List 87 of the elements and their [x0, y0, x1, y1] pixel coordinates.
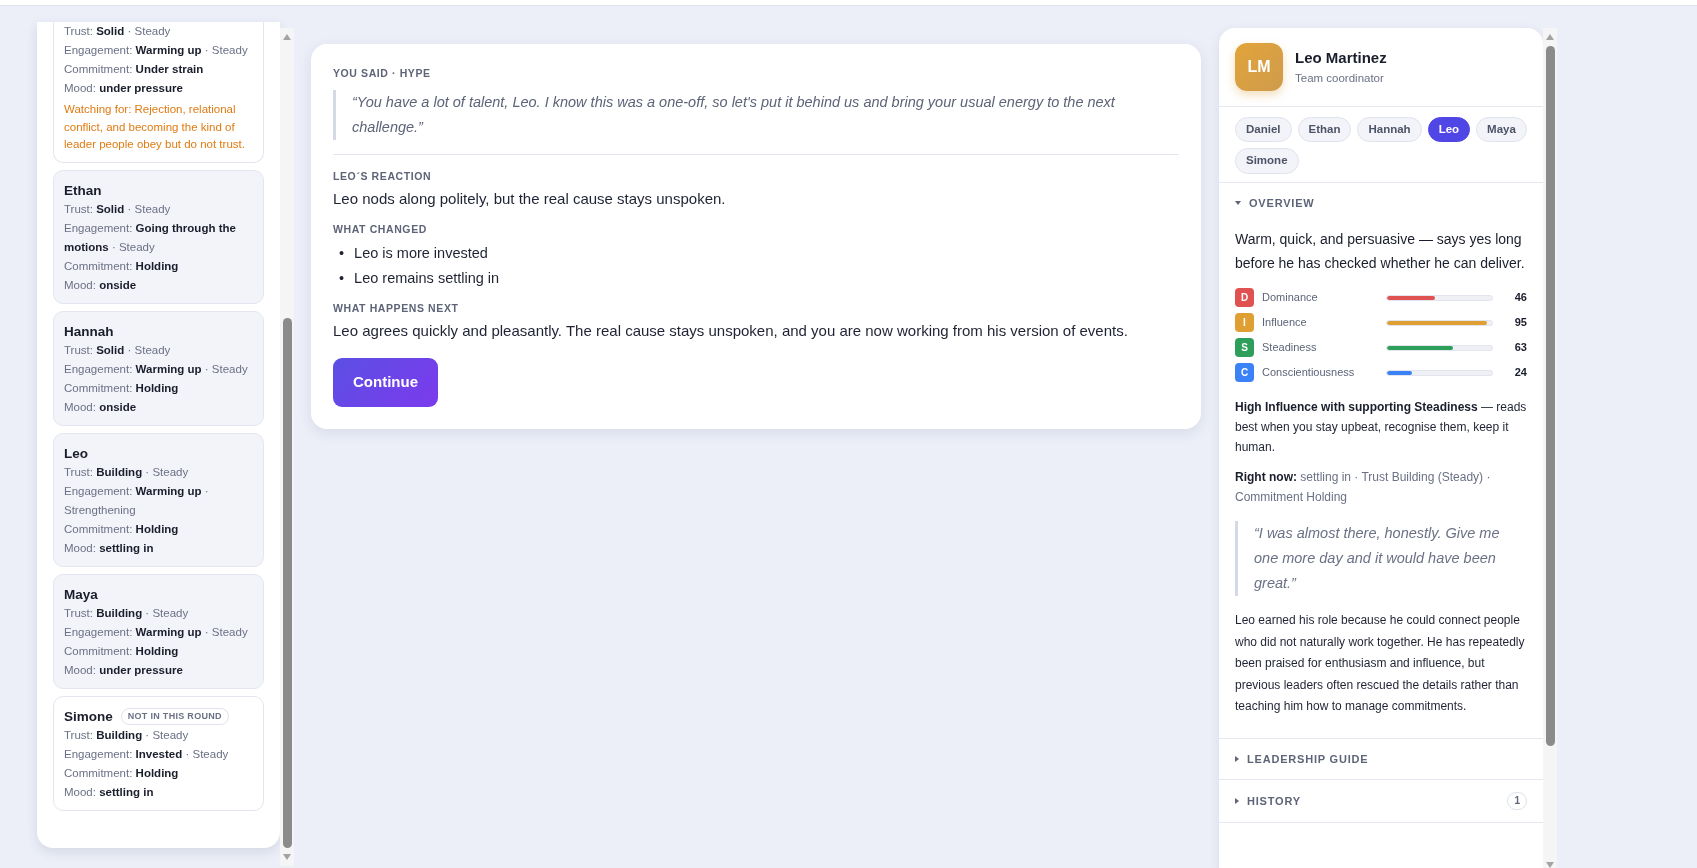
stat-line: Trust: Building · Steady — [64, 605, 190, 621]
scroll-down-icon[interactable] — [283, 854, 291, 860]
trait-score: 46 — [1514, 290, 1527, 306]
list-item: Leo is more invested — [354, 243, 488, 263]
list-item: Leo remains settling in — [354, 268, 500, 288]
summary-text: Warm, quick, and persuasive — says yes long before he has checked whether he can deliver. — [1235, 230, 1526, 273]
trait-letter: C — [1235, 363, 1254, 382]
member-name: Ethan — [64, 181, 102, 200]
scroll-up-icon[interactable] — [1546, 34, 1554, 40]
member-card[interactable] — [53, 22, 264, 163]
stat-line: Engagement: Warming up · Steady — [64, 361, 249, 377]
quote-text: “You have a lot of talent, Leo. I know this was a one-off, so let's put it behind us and bring your usual energy to the next challenge.” — [333, 89, 1179, 140]
scrollbar[interactable] — [1543, 28, 1557, 868]
section-heading: LEO´S REACTION — [333, 168, 433, 184]
stat-line: Trust: Solid · Steady — [64, 201, 172, 217]
stat-line: Engagement: Invested · Steady — [64, 746, 230, 762]
stat-line: Commitment: Holding — [64, 258, 180, 274]
bullet-mark: • — [339, 243, 345, 263]
caret-right-icon — [1235, 755, 1239, 762]
section-text: Leo nods along politely, but the real cause stays unspoken. — [333, 188, 727, 209]
trait-label: Steadiness — [1262, 340, 1318, 356]
stat-line: Mood: onside — [64, 277, 138, 293]
stat-line: Trust: Building · Steady — [64, 727, 190, 743]
stat-line: Engagement: Warming up · Steady — [64, 43, 249, 58]
member-card[interactable]: Hannah Trust: Solid · Steady Engagement: Warming up · Steady Commitment: Holding Mood: onside — [53, 310, 264, 426]
stat-line: Commitment: Holding — [64, 380, 180, 396]
status-summary: Right now: settling in · Trust Building (Steady) · Commitment Holding — [1235, 469, 1492, 506]
quote-text: “I was almost there, honestly. Give me one more day and it would have been great.” — [1235, 521, 1527, 596]
style-note: High Influence with supporting Steadiness — reads best when you stay upbeat, recognise them, keep it human. — [1235, 399, 1527, 456]
trait-letter: D — [1235, 288, 1254, 307]
continue-button[interactable]: Continue — [333, 358, 438, 407]
section-label: YOU SAID · HYPE — [333, 66, 432, 81]
member-name: Hannah — [64, 322, 114, 341]
watching-note: Watching for: Rejection, relational conflict, and becoming the kind of leader people obey but do not trust. — [64, 102, 246, 152]
stat-line: Trust: Solid · Steady — [64, 24, 172, 39]
caret-right-icon — [1235, 798, 1239, 804]
section-toggle[interactable]: OVERVIEW — [1219, 182, 1543, 223]
scroll-down-icon[interactable] — [1546, 862, 1554, 868]
stat-line: Commitment: Under strain — [64, 62, 205, 77]
stat-line: Commitment: Holding — [64, 643, 180, 659]
member-name: Leo — [64, 444, 88, 463]
member-card[interactable]: Leo Trust: Building · Steady Engagement: Warming up · Strengthening Commitment: Holding Mood: settling in — [53, 432, 264, 567]
trait-label: Conscientiousness — [1262, 365, 1356, 381]
member-name: Maya — [64, 585, 98, 604]
trait-letter: S — [1235, 338, 1254, 357]
caret-down-icon — [1235, 200, 1241, 205]
member-chip[interactable]: Hannah — [1357, 117, 1422, 143]
section-title: OVERVIEW — [1249, 195, 1315, 211]
stat-line: Engagement: Going through the motions · Steady — [64, 220, 237, 255]
stat-line: Mood: under pressure — [64, 81, 184, 96]
scrollbar[interactable] — [280, 28, 294, 866]
bio-text: Leo earned his role because he could connect people who did not naturally work together. He has repeatedly been praised for enthusiasm and influence, but previous leaders often rescued the details rather than teaching him how to manage commitments. — [1235, 612, 1526, 715]
section-text: Leo agrees quickly and pleasantly. The real cause stays unspoken, and you are now working from his version of events. — [333, 320, 1129, 341]
trait-score: 63 — [1514, 340, 1527, 356]
stat-line: Mood: onside — [64, 399, 138, 415]
profile-role: Team coordinator — [1295, 70, 1385, 86]
section-heading: WHAT HAPPENS NEXT — [333, 300, 460, 316]
trait-score: 95 — [1514, 315, 1527, 331]
stat-line: Trust: Building · Steady — [64, 464, 190, 480]
trait-label: Influence — [1262, 315, 1308, 331]
stat-line: Engagement: Warming up · Strengthening — [64, 483, 210, 518]
stat-line: Engagement: Warming up · Steady — [64, 624, 249, 640]
avatar: LM — [1235, 43, 1283, 91]
member-chip[interactable]: Daniel — [1235, 117, 1292, 143]
trait-label: Dominance — [1262, 290, 1319, 306]
member-chip[interactable]: Ethan — [1297, 117, 1352, 143]
member-card[interactable]: Simone NOT IN THIS ROUND Trust: Building · Steady Engagement: Invested · Steady Commitment: Holding Mood: settling in — [53, 695, 264, 811]
stat-line: Mood: under pressure — [64, 662, 184, 678]
trait-score: 24 — [1514, 365, 1527, 381]
member-card[interactable]: Ethan Trust: Solid · Steady Engagement: Going through the motions · Steady Commitment: Holding Mood: onside — [53, 169, 264, 304]
stat-line: Commitment: Holding — [64, 765, 180, 781]
member-chip[interactable]: Maya — [1476, 117, 1527, 143]
member-chip[interactable]: Leo — [1427, 117, 1471, 143]
profile-name: Leo Martinez — [1295, 48, 1387, 69]
bullet-mark: • — [339, 268, 345, 288]
scroll-up-icon[interactable] — [283, 34, 291, 40]
section-title: HISTORY — [1247, 793, 1301, 809]
trait-letter: I — [1235, 313, 1254, 332]
member-name: Simone — [64, 707, 113, 726]
member-card[interactable]: Maya Trust: Building · Steady Engagement: Warming up · Steady Commitment: Holding Mood: under pressure — [53, 573, 264, 689]
stat-line: Commitment: Holding — [64, 521, 180, 537]
member-chip[interactable]: Simone — [1235, 148, 1299, 174]
section-title: LEADERSHIP GUIDE — [1247, 751, 1369, 767]
stat-line: Mood: settling in — [64, 784, 155, 800]
section-heading: WHAT CHANGED — [333, 222, 428, 237]
stat-line: Mood: settling in — [64, 540, 155, 556]
stat-line: Trust: Solid · Steady — [64, 342, 172, 358]
